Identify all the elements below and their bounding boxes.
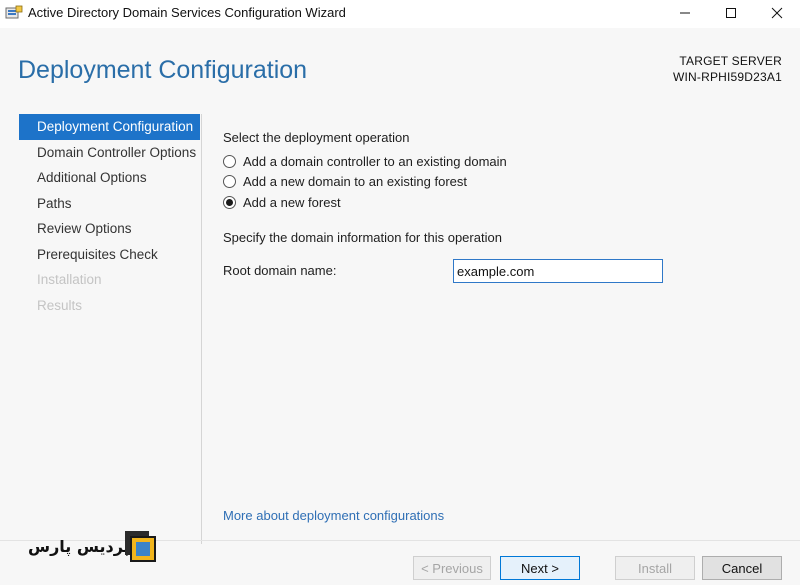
- minimize-button[interactable]: [662, 0, 708, 26]
- target-server-name: WIN-RPHI59D23A1: [672, 70, 782, 84]
- operation-label: Select the deployment operation: [223, 130, 410, 145]
- nav-item-prerequisites-check[interactable]: Prerequisites Check: [19, 242, 200, 268]
- server-manager-icon: [5, 5, 23, 19]
- window-title: Active Directory Domain Services Configu…: [28, 5, 346, 20]
- deployment-options-panel: Select the deployment operation Add a do…: [223, 130, 783, 245]
- close-icon: [771, 7, 783, 19]
- install-button: Install: [615, 556, 695, 580]
- nav-item-results: Results: [37, 297, 83, 313]
- more-about-link[interactable]: More about deployment configurations: [223, 508, 444, 523]
- option-add-domain-existing-forest[interactable]: Add a new domain to an existing forest: [223, 172, 783, 193]
- root-domain-label: Root domain name:: [223, 263, 337, 278]
- option-label: Add a new domain to an existing forest: [243, 174, 468, 190]
- previous-button: < Previous: [413, 556, 491, 580]
- nav-item-domain-controller-options[interactable]: Domain Controller Options: [19, 140, 200, 166]
- next-button[interactable]: Next >: [500, 556, 580, 580]
- wizard-step-nav: Deployment Configuration Domain Controll…: [19, 114, 200, 318]
- page-title: Deployment Configuration: [18, 56, 308, 84]
- option-add-new-forest[interactable]: Add a new forest: [223, 192, 783, 213]
- nav-item-deployment-configuration[interactable]: Deployment Configuration: [19, 114, 200, 140]
- nav-item-paths[interactable]: Paths: [19, 191, 200, 217]
- target-server-label: TARGET SERVER: [679, 54, 782, 68]
- nav-item-additional-options[interactable]: Additional Options: [19, 165, 200, 191]
- minimize-icon: [680, 12, 690, 14]
- option-label: Add a new forest: [243, 194, 341, 210]
- radio-dot: [226, 198, 233, 206]
- radio-button[interactable]: [223, 154, 236, 168]
- nav-item-installation: Installation: [37, 272, 102, 287]
- option-label: Add a domain controller to an existing d…: [243, 153, 507, 169]
- logo-text: پردیس پارس: [28, 537, 130, 556]
- wizard-window: Active Directory Domain Services Configu…: [0, 0, 800, 585]
- option-add-dc-existing-domain[interactable]: Add a domain controller to an existing d…: [223, 151, 783, 172]
- nav-item-review-options[interactable]: Review Options: [19, 216, 200, 242]
- maximize-button[interactable]: [708, 0, 754, 26]
- domain-info-label: Specify the domain information for this …: [223, 229, 502, 245]
- logo-mark-icon: [125, 531, 156, 562]
- maximize-icon: [726, 8, 736, 18]
- cancel-button[interactable]: Cancel: [702, 556, 782, 580]
- root-domain-input[interactable]: [453, 259, 663, 283]
- radio-button-selected[interactable]: [223, 195, 236, 209]
- nav-divider: [201, 114, 202, 544]
- close-button[interactable]: [754, 0, 800, 26]
- radio-button[interactable]: [223, 175, 236, 189]
- root-domain-row: Root domain name:: [223, 259, 668, 283]
- title-bar: Active Directory Domain Services Configu…: [0, 0, 800, 28]
- watermark-logo: پردیس پارس: [28, 528, 168, 564]
